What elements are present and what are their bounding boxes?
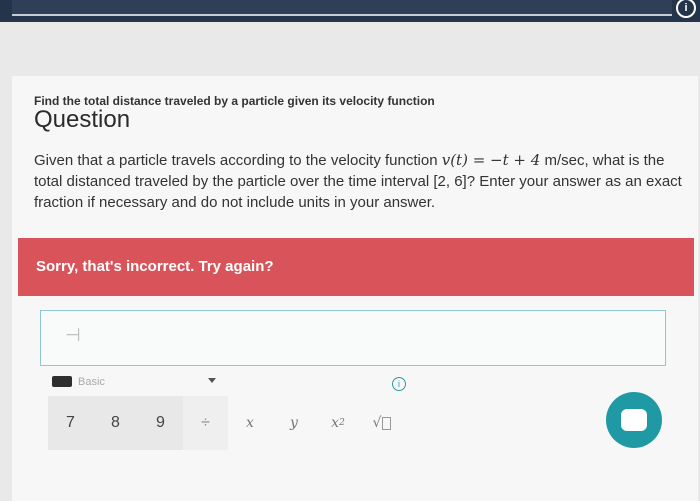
question-card: Find the total distance traveled by a pa… xyxy=(12,76,698,501)
sqrt-symbol: √ xyxy=(372,415,382,431)
keyboard-icon xyxy=(52,376,72,387)
top-navigation-inner xyxy=(12,0,672,16)
top-info-icon[interactable]: i xyxy=(676,0,696,18)
x-squared-exponent: 2 xyxy=(339,418,345,428)
math-keypad: 7 8 9 ÷ x y x2 √ xyxy=(48,396,418,450)
chat-icon xyxy=(621,409,647,431)
key-y[interactable]: y xyxy=(272,396,316,450)
key-x[interactable]: x xyxy=(228,396,272,450)
sqrt-placeholder-box xyxy=(382,416,392,430)
chat-button[interactable] xyxy=(606,392,662,448)
keyboard-info-icon[interactable]: i xyxy=(392,377,406,391)
keyboard-mode-select[interactable]: Basic xyxy=(52,374,412,392)
time-interval: [2, 6] xyxy=(433,173,467,190)
chevron-down-icon[interactable] xyxy=(208,378,216,383)
key-8[interactable]: 8 xyxy=(93,396,138,450)
question-prompt: Given that a particle travels according … xyxy=(34,150,684,213)
key-divide[interactable]: ÷ xyxy=(183,396,228,450)
keyboard-mode-label: Basic xyxy=(78,376,105,388)
velocity-function: v(t) = −t + 4 xyxy=(441,151,541,169)
top-navigation-bar: i xyxy=(0,0,700,22)
answer-input[interactable]: ⊣ xyxy=(40,310,666,366)
key-x-squared[interactable]: x2 xyxy=(316,396,360,450)
key-7[interactable]: 7 xyxy=(48,396,93,450)
incorrect-alert: Sorry, that's incorrect. Try again? xyxy=(18,238,694,296)
key-square-root[interactable]: √ xyxy=(360,396,404,450)
text-cursor: ⊣ xyxy=(65,325,81,345)
prompt-text-1: Given that a particle travels according … xyxy=(34,152,442,169)
x-squared-base: x xyxy=(331,415,340,431)
key-9[interactable]: 9 xyxy=(138,396,183,450)
question-heading: Question xyxy=(34,106,131,133)
